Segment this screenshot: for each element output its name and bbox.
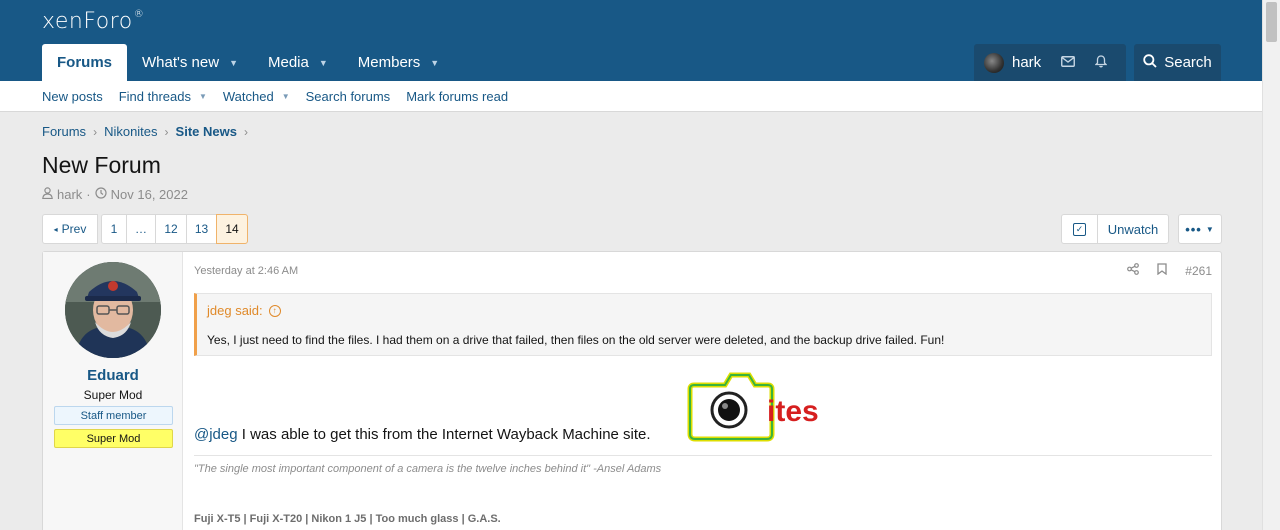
checkbox-icon: ✓ <box>1073 222 1086 236</box>
chevron-right-icon: › <box>164 124 169 139</box>
select-toggle-button[interactable]: ✓ <box>1061 214 1098 244</box>
page-link-current[interactable]: 14 <box>216 214 248 244</box>
post: Eduard Super Mod Staff member Super Mod … <box>42 251 1222 530</box>
mention-link[interactable]: @jdeg <box>194 426 238 443</box>
clock-icon <box>95 187 107 202</box>
chevron-down-icon: ▼ <box>1205 224 1215 234</box>
staff-banner: Staff member <box>54 406 173 425</box>
prev-page-button[interactable]: ◂ Prev <box>42 214 98 244</box>
signature-quote: "The single most important component of … <box>194 463 662 475</box>
super-mod-banner: Super Mod <box>54 429 173 448</box>
post-number[interactable]: #261 <box>1185 264 1212 278</box>
page-link[interactable]: 1 <box>101 214 127 244</box>
subnav-mark-forums-read[interactable]: Mark forums read <box>406 89 508 104</box>
chevron-right-icon: › <box>243 124 248 139</box>
subnav-new-posts[interactable]: New posts <box>42 89 103 104</box>
thread-meta: hark · Nov 16, 2022 <box>42 187 188 202</box>
post-author[interactable]: Eduard <box>43 367 183 384</box>
arrow-up-icon[interactable]: ↑ <box>268 304 281 317</box>
quote-block: jdeg said: ↑ Yes, I just need to find the… <box>194 293 1212 356</box>
main-nav: Forums What's new ▼ Media ▼ Members ▼ <box>42 44 454 81</box>
post-user-title: Super Mod <box>83 388 143 402</box>
site-logo[interactable]: xenForo® <box>42 9 144 34</box>
scrollbar-thumb[interactable] <box>1266 2 1277 42</box>
chevron-down-icon[interactable]: ▼ <box>199 92 207 101</box>
search-button[interactable]: Search <box>1134 44 1221 81</box>
page-title: New Forum <box>42 152 161 178</box>
meta-separator: · <box>86 187 91 202</box>
account-bar: hark <box>974 44 1126 81</box>
signature-gear: Fuji X-T5 | Fuji X-T20 | Nikon 1 J5 | To… <box>194 513 501 525</box>
chevron-down-icon[interactable]: ▼ <box>282 92 290 101</box>
account-username[interactable]: hark <box>1012 54 1041 71</box>
post-timestamp[interactable]: Yesterday at 2:46 AM <box>194 265 298 277</box>
page-scrollbar[interactable] <box>1262 0 1280 530</box>
breadcrumb: Forums › Nikonites › Site News › <box>42 124 255 139</box>
page-link[interactable]: 12 <box>155 214 187 244</box>
more-options-button[interactable]: ••• ▼ <box>1178 214 1222 244</box>
chevron-right-icon: › <box>93 124 98 139</box>
chevron-down-icon[interactable]: ▼ <box>430 58 439 68</box>
tab-members[interactable]: Members ▼ <box>343 44 454 81</box>
tab-forums[interactable]: Forums <box>42 44 128 81</box>
signature: "The single most important component of … <box>194 455 1212 525</box>
tab-whats-new[interactable]: What's new ▼ <box>127 44 253 81</box>
thread-date[interactable]: Nov 16, 2022 <box>111 187 188 202</box>
breadcrumb-forums[interactable]: Forums <box>42 124 86 139</box>
breadcrumb-site-news[interactable]: Site News <box>176 124 237 139</box>
chevron-down-icon[interactable]: ▼ <box>229 58 238 68</box>
avatar[interactable] <box>984 52 1004 73</box>
subnav-find-threads[interactable]: Find threads ▼ <box>119 89 207 104</box>
sub-nav: New posts Find threads ▼ Watched ▼ Search … <box>0 81 1262 112</box>
post-body: @jdeg I was able to get this from the In… <box>194 426 651 443</box>
post-tools: #261 <box>1109 263 1212 278</box>
bell-icon[interactable] <box>1094 54 1108 71</box>
tab-media[interactable]: Media ▼ <box>253 44 343 81</box>
thread-starter[interactable]: hark <box>57 187 82 202</box>
post-body-text: I was able to get this from the Internet… <box>237 426 651 443</box>
bookmark-icon[interactable] <box>1157 263 1167 278</box>
quote-text: Yes, I just need to find the files. I ha… <box>207 333 945 347</box>
nikonites-logo-image: ites <box>687 372 819 442</box>
share-icon[interactable] <box>1127 263 1140 278</box>
envelope-icon[interactable] <box>1061 55 1076 70</box>
avatar[interactable] <box>65 262 161 358</box>
search-label: Search <box>1164 54 1212 71</box>
page-ellipsis[interactable]: … <box>126 214 156 244</box>
site-header: xenForo® Forums What's new ▼ Media ▼ Membe… <box>0 0 1262 81</box>
unwatch-button[interactable]: Unwatch <box>1097 214 1169 244</box>
thread-actions: ✓ Unwatch ••• ▼ <box>1061 214 1222 244</box>
search-icon <box>1143 53 1157 72</box>
chevron-down-icon[interactable]: ▼ <box>319 58 328 68</box>
subnav-watched[interactable]: Watched ▼ <box>223 89 290 104</box>
pagination: ◂ Prev 1 … 12 13 14 <box>42 214 248 244</box>
post-user-cell: Eduard Super Mod Staff member Super Mod <box>43 252 183 530</box>
user-icon <box>42 187 53 202</box>
breadcrumb-nikonites[interactable]: Nikonites <box>104 124 157 139</box>
chevron-left-icon: ◂ <box>53 224 58 234</box>
page-link[interactable]: 13 <box>186 214 217 244</box>
subnav-search-forums[interactable]: Search forums <box>306 89 391 104</box>
logo-image-text: ites <box>767 395 819 428</box>
quote-header[interactable]: jdeg said: ↑ <box>207 303 281 318</box>
